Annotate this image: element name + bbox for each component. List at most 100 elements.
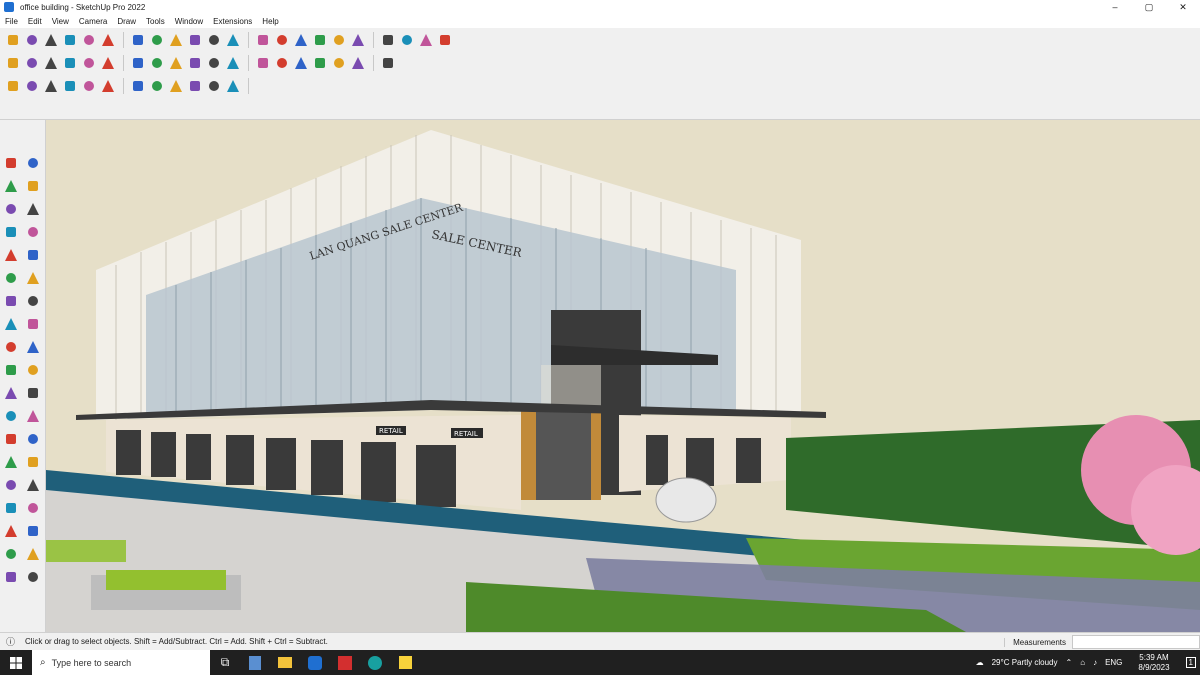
tools-on-surface-icon[interactable] <box>224 77 241 94</box>
left-view-icon[interactable] <box>99 54 116 71</box>
paint-icon[interactable] <box>1 176 20 195</box>
wireframe-icon[interactable] <box>167 54 184 71</box>
look-around-icon[interactable] <box>23 521 42 540</box>
volume-icon[interactable]: ♪ <box>1093 658 1097 667</box>
minimize-button[interactable]: – <box>1098 0 1132 14</box>
circle-icon[interactable] <box>1 268 20 287</box>
zoom-icon[interactable] <box>330 31 347 48</box>
solid-subtract-icon[interactable] <box>292 54 309 71</box>
clock[interactable]: 5:39 AM 8/9/2023 <box>1134 653 1173 673</box>
orbit-icon[interactable] <box>292 31 309 48</box>
sandbox-icon[interactable] <box>330 54 347 71</box>
position-camera-icon[interactable] <box>1 544 20 563</box>
offset-icon[interactable] <box>23 360 42 379</box>
extrude-icon[interactable] <box>148 77 165 94</box>
fog-icon[interactable] <box>379 54 396 71</box>
shaded-icon[interactable] <box>205 54 222 71</box>
previous-view-icon[interactable] <box>23 498 42 517</box>
menu-tools[interactable]: Tools <box>141 17 170 26</box>
measurements-input[interactable] <box>1072 635 1200 649</box>
file-explorer-icon[interactable] <box>270 650 300 675</box>
menu-edit[interactable]: Edit <box>23 17 47 26</box>
sticky-notes-icon[interactable] <box>390 650 420 675</box>
network-icon[interactable]: ⌂ <box>1080 658 1085 667</box>
flip-icon[interactable] <box>4 77 21 94</box>
eraser-icon[interactable] <box>23 176 42 195</box>
user-icon[interactable] <box>436 31 453 48</box>
walk-icon[interactable] <box>1 521 20 540</box>
tape-measure-icon[interactable] <box>224 31 241 48</box>
layers-icon[interactable] <box>23 567 42 586</box>
text-tool-icon[interactable] <box>254 31 271 48</box>
arc-tool-icon[interactable] <box>80 31 97 48</box>
xray-icon[interactable] <box>129 54 146 71</box>
section-plane-icon[interactable] <box>417 31 434 48</box>
notification-icon[interactable]: 1 <box>1185 657 1196 668</box>
front-view-icon[interactable] <box>42 54 59 71</box>
rotate-tool-icon[interactable] <box>186 31 203 48</box>
bezier-icon[interactable] <box>61 77 78 94</box>
sketchup-task-icon[interactable] <box>300 650 330 675</box>
3dtext-icon[interactable] <box>23 429 42 448</box>
menu-camera[interactable]: Camera <box>74 17 112 26</box>
zoom-tool-icon[interactable] <box>4 31 21 48</box>
orbit-view-icon[interactable] <box>1 452 20 471</box>
scale-icon[interactable] <box>1 360 20 379</box>
iso-view-icon[interactable] <box>4 54 21 71</box>
push-pull-tool-icon[interactable] <box>129 31 146 48</box>
text-icon[interactable] <box>23 406 42 425</box>
zoom-extents-icon[interactable] <box>349 31 366 48</box>
follow-me-tool-icon[interactable] <box>148 31 165 48</box>
protractor-icon[interactable] <box>1 406 20 425</box>
round-corner-icon[interactable] <box>186 77 203 94</box>
move-tool-icon[interactable] <box>167 31 184 48</box>
extension-icon[interactable] <box>398 31 415 48</box>
calculator-icon[interactable] <box>240 650 270 675</box>
taskbar-search[interactable]: ⌕ Type here to search <box>32 650 210 675</box>
tape-icon[interactable] <box>1 383 20 402</box>
back-edges-icon[interactable] <box>148 54 165 71</box>
back-view-icon[interactable] <box>80 54 97 71</box>
close-button[interactable]: ✕ <box>1166 0 1200 14</box>
right-view-icon[interactable] <box>61 54 78 71</box>
autocad-icon[interactable] <box>330 650 360 675</box>
top-view-icon[interactable] <box>23 54 40 71</box>
weather-text[interactable]: 29°C Partly cloudy <box>992 658 1058 667</box>
zoom-extents-icon[interactable] <box>1 498 20 517</box>
paint-bucket-icon[interactable] <box>273 31 290 48</box>
help-icon[interactable]: ⓘ <box>6 635 15 648</box>
loft-icon[interactable] <box>129 77 146 94</box>
axes-icon[interactable] <box>1 429 20 448</box>
solid-union-icon[interactable] <box>273 54 290 71</box>
pan-view-icon[interactable] <box>23 452 42 471</box>
polygon-icon[interactable] <box>23 268 42 287</box>
pan-icon[interactable] <box>311 31 328 48</box>
select-icon[interactable] <box>1 153 20 172</box>
rotated-rect-icon[interactable] <box>23 245 42 264</box>
menu-view[interactable]: View <box>47 17 74 26</box>
task-view-icon[interactable]: ⧉ <box>210 650 240 675</box>
warehouse-icon[interactable] <box>379 31 396 48</box>
menu-extensions[interactable]: Extensions <box>208 17 257 26</box>
freehand-icon[interactable] <box>23 222 42 241</box>
section-icon[interactable] <box>23 544 42 563</box>
component-icon[interactable] <box>1 199 20 218</box>
start-button[interactable] <box>0 650 32 675</box>
edge-browser-icon[interactable] <box>360 650 390 675</box>
weld-icon[interactable] <box>42 77 59 94</box>
zoom-view-icon[interactable] <box>1 475 20 494</box>
hidden-line-icon[interactable] <box>186 54 203 71</box>
line-tool-icon[interactable] <box>61 31 78 48</box>
drawing-viewport[interactable]: LAN QUANG SALE CENTER SALE CENTER RETAIL… <box>46 120 1200 632</box>
zoom-window-icon[interactable] <box>23 475 42 494</box>
scale-tool-icon[interactable] <box>205 31 222 48</box>
curve-icon[interactable] <box>23 77 40 94</box>
monochrome-icon[interactable] <box>254 54 271 71</box>
language-indicator[interactable]: ENG <box>1105 658 1122 667</box>
menu-file[interactable]: File <box>0 17 23 26</box>
line-icon[interactable] <box>1 222 20 241</box>
maximize-button[interactable]: ▢ <box>1132 0 1166 14</box>
sandbox-icon[interactable] <box>1 567 20 586</box>
tray-arrow-icon[interactable]: ⌃ <box>1066 658 1073 667</box>
orbit-icon[interactable] <box>23 153 42 172</box>
